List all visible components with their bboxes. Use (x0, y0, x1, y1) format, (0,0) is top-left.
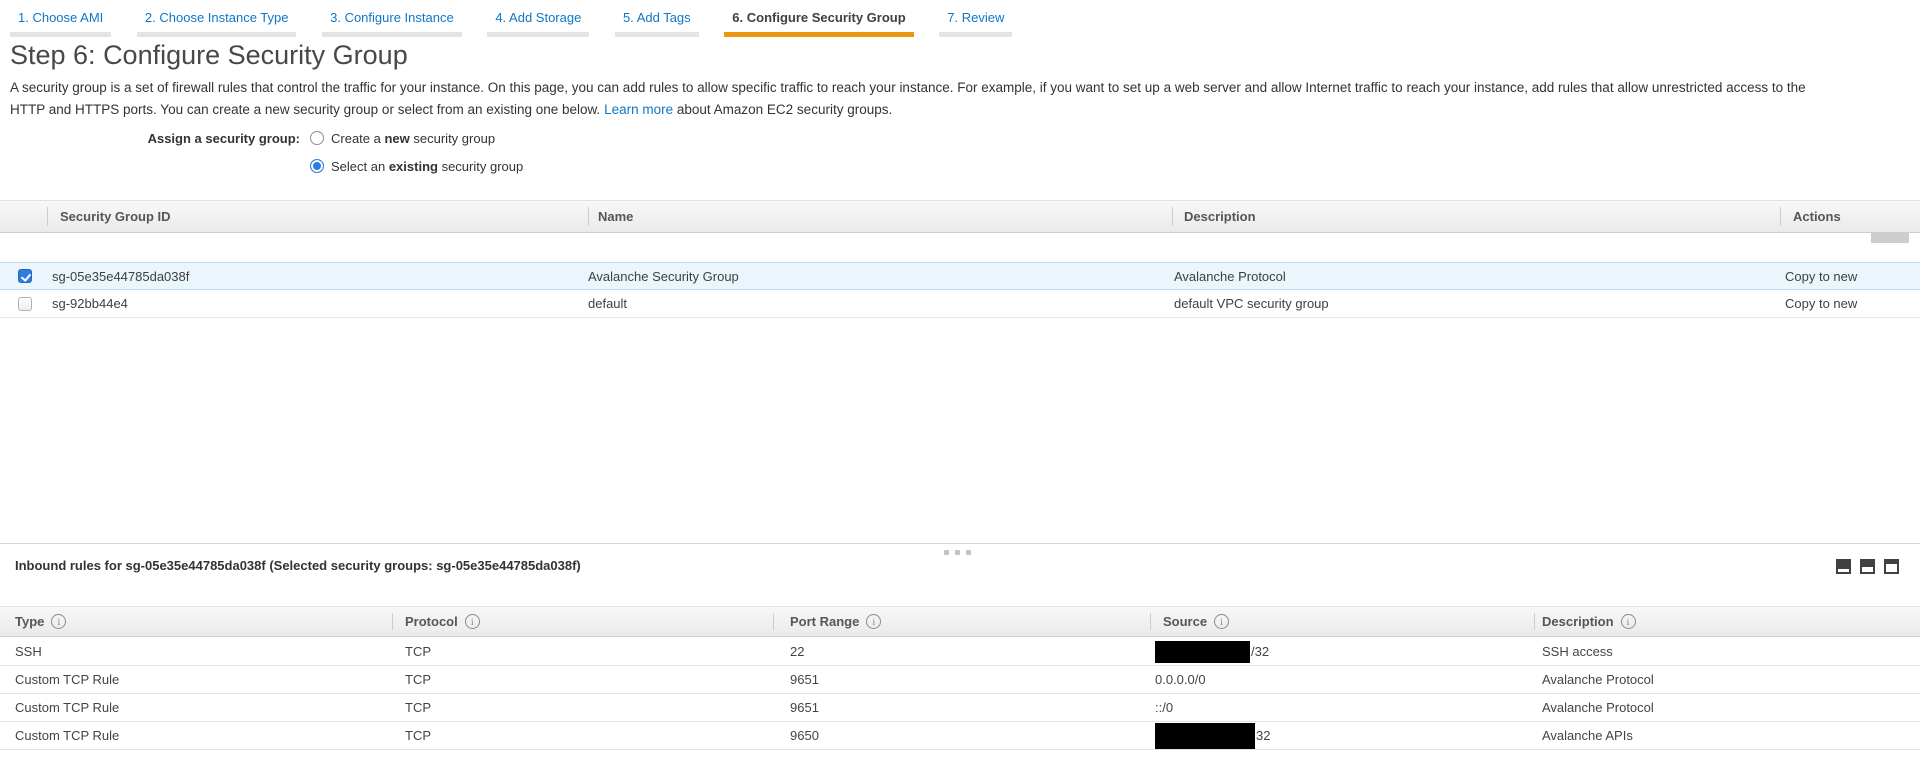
assign-row-create-new: Assign a security group: Create a new se… (0, 127, 495, 149)
rule-type-cell: Custom TCP Rule (15, 666, 119, 693)
rule-description-cell: Avalanche APIs (1542, 722, 1633, 749)
rule-protocol-cell: TCP (405, 638, 431, 665)
radio-checked-icon[interactable] (310, 159, 324, 173)
rule-description-cell: Avalanche Protocol (1542, 666, 1654, 693)
description-line2: HTTP and HTTPS ports. You can create a n… (10, 102, 604, 117)
assign-security-group-label: Assign a security group: (0, 131, 300, 146)
inbound-rule-row: Custom TCP Rule TCP 9651 ::/0 Avalanche … (0, 694, 1920, 722)
sg-name-cell: Avalanche Security Group (588, 263, 739, 289)
pane-collapse-icon[interactable] (1836, 559, 1851, 574)
assign-row-select-existing: Select an existing security group (300, 155, 523, 177)
security-group-row-default[interactable]: sg-92bb44e4 default default VPC security… (0, 290, 1920, 318)
rule-source-cell: /32 (1155, 638, 1269, 665)
info-icon[interactable]: i (465, 614, 480, 629)
redaction-box (1155, 641, 1250, 663)
description-line2-suffix: about Amazon EC2 security groups. (673, 102, 892, 117)
radio-create-new-label: Create a new security group (331, 131, 495, 146)
info-icon[interactable]: i (1621, 614, 1636, 629)
rule-port-cell: 22 (790, 638, 804, 665)
rule-port-cell: 9651 (790, 694, 819, 721)
sg-name-cell: default (588, 290, 627, 317)
tab-configure-security-group[interactable]: 6. Configure Security Group (724, 0, 913, 37)
security-group-row-avalanche[interactable]: sg-05e35e44785da038f Avalanche Security … (0, 262, 1920, 290)
drag-dot-icon (944, 550, 949, 555)
drag-dot-icon (966, 550, 971, 555)
rule-type-cell: Custom TCP Rule (15, 722, 119, 749)
pane-view-toggles (1836, 559, 1899, 574)
drag-handle[interactable] (944, 550, 971, 555)
tab-add-storage[interactable]: 4. Add Storage (487, 0, 589, 37)
rule-protocol-cell: TCP (405, 694, 431, 721)
col-header-protocol: Protocoli (405, 607, 480, 636)
rule-source-cell: 32 (1155, 722, 1270, 749)
wizard-steps-tabbar: 1. Choose AMI 2. Choose Instance Type 3.… (0, 0, 1920, 37)
rule-source-cell: ::/0 (1155, 694, 1173, 721)
pane-half-icon[interactable] (1860, 559, 1875, 574)
info-icon[interactable]: i (866, 614, 881, 629)
tab-choose-ami[interactable]: 1. Choose AMI (10, 0, 111, 37)
sg-description-cell: default VPC security group (1174, 290, 1329, 317)
rule-description-cell: Avalanche Protocol (1542, 694, 1654, 721)
redaction-box (1155, 723, 1255, 749)
col-header-type: Typei (15, 607, 66, 636)
security-group-table-header: Security Group ID Name Description Actio… (0, 200, 1920, 233)
page-description: A security group is a set of firewall ru… (10, 77, 1910, 121)
col-header-actions: Actions (1793, 201, 1841, 232)
info-icon[interactable]: i (51, 614, 66, 629)
col-header-port-range: Port Rangei (790, 607, 881, 636)
tab-choose-instance-type[interactable]: 2. Choose Instance Type (137, 0, 297, 37)
pane-expand-icon[interactable] (1884, 559, 1899, 574)
col-header-description: Description (1184, 201, 1256, 232)
rule-port-cell: 9651 (790, 666, 819, 693)
col-header-source: Sourcei (1163, 607, 1229, 636)
copy-to-new-link[interactable]: Copy to new (1785, 290, 1857, 317)
col-header-name: Name (598, 201, 633, 232)
sg-description-cell: Avalanche Protocol (1174, 263, 1286, 289)
col-header-description: Descriptioni (1542, 607, 1636, 636)
ec2-launch-wizard-page: 1. Choose AMI 2. Choose Instance Type 3.… (0, 0, 1920, 768)
drag-dot-icon (955, 550, 960, 555)
inbound-rule-row: Custom TCP Rule TCP 9650 32 Avalanche AP… (0, 722, 1920, 750)
rule-description-cell: SSH access (1542, 638, 1613, 665)
col-header-security-group-id: Security Group ID (60, 201, 171, 232)
rule-type-cell: SSH (15, 638, 42, 665)
info-icon[interactable]: i (1214, 614, 1229, 629)
tab-review[interactable]: 7. Review (939, 0, 1012, 37)
radio-select-existing-security-group[interactable]: Select an existing security group (310, 159, 523, 174)
copy-to-new-link[interactable]: Copy to new (1785, 263, 1857, 289)
checkbox-checked-icon[interactable] (18, 269, 32, 283)
inbound-rule-row: Custom TCP Rule TCP 9651 0.0.0.0/0 Avala… (0, 666, 1920, 694)
rule-protocol-cell: TCP (405, 722, 431, 749)
radio-unchecked-icon[interactable] (310, 131, 324, 145)
scrollbar-thumb[interactable] (1871, 233, 1909, 243)
rule-protocol-cell: TCP (405, 666, 431, 693)
tab-add-tags[interactable]: 5. Add Tags (615, 0, 699, 37)
radio-select-existing-label: Select an existing security group (331, 159, 523, 174)
learn-more-link[interactable]: Learn more (604, 102, 673, 117)
sg-id-cell: sg-92bb44e4 (52, 290, 128, 317)
rule-port-cell: 9650 (790, 722, 819, 749)
inbound-rules-table-header: Typei Protocoli Port Rangei Sourcei Desc… (0, 606, 1920, 637)
rule-type-cell: Custom TCP Rule (15, 694, 119, 721)
checkbox-unchecked-icon[interactable] (18, 297, 32, 311)
page-title: Step 6: Configure Security Group (10, 40, 408, 71)
inbound-rules-title: Inbound rules for sg-05e35e44785da038f (… (15, 558, 581, 573)
section-divider (0, 543, 1920, 544)
sg-id-cell: sg-05e35e44785da038f (52, 263, 189, 289)
rule-source-cell: 0.0.0.0/0 (1155, 666, 1206, 693)
tab-configure-instance[interactable]: 3. Configure Instance (322, 0, 462, 37)
inbound-rule-row: SSH TCP 22 /32 SSH access (0, 638, 1920, 666)
radio-create-new-security-group[interactable]: Create a new security group (310, 131, 495, 146)
description-line1: A security group is a set of firewall ru… (10, 80, 1806, 95)
